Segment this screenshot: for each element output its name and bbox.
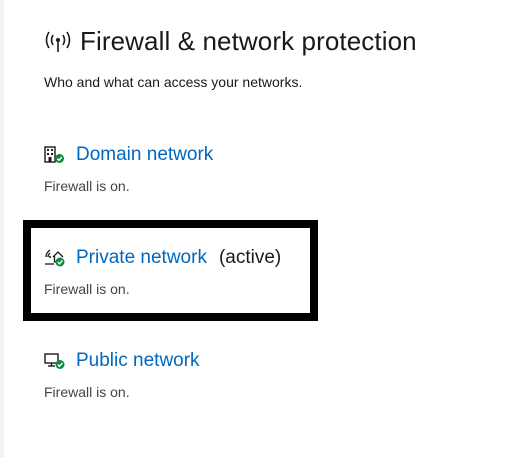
domain-network-status: Firewall is on. <box>44 178 130 194</box>
public-network-section: Public network Firewall is on. <box>44 350 200 400</box>
active-network-highlight <box>23 220 318 321</box>
page-subtitle: Who and what can access your networks. <box>44 74 303 90</box>
domain-network-section: Domain network Firewall is on. <box>44 144 213 194</box>
building-shield-icon <box>44 146 64 163</box>
page-header: Firewall & network protection <box>44 26 417 57</box>
domain-network-link[interactable]: Domain network <box>76 144 213 166</box>
page-title: Firewall & network protection <box>80 26 417 56</box>
monitor-shield-icon <box>44 353 65 369</box>
public-network-status: Firewall is on. <box>44 384 130 400</box>
public-network-link[interactable]: Public network <box>76 350 200 372</box>
wireless-signal-icon <box>45 31 71 52</box>
left-edge-strip <box>0 0 4 457</box>
